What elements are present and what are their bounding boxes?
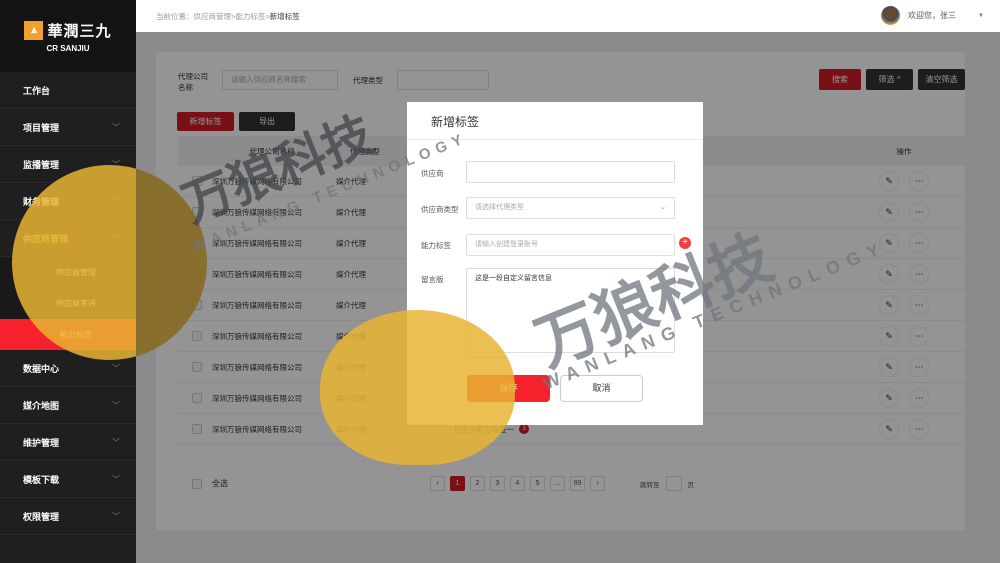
sidebar-item-label: 权限管理 <box>23 511 60 522</box>
supplier-input[interactable] <box>466 161 675 183</box>
welcome-text: 欢迎您，张三 <box>908 11 957 20</box>
sidebar-item[interactable]: 工作台 <box>0 72 136 109</box>
caret-down-icon[interactable]: ▼ <box>978 13 984 19</box>
sidebar-item-label: 监播管理 <box>23 159 60 170</box>
modal-title: 新增标签 <box>407 102 703 140</box>
chevron-down-icon: ⌄ <box>660 204 666 211</box>
breadcrumb: 当前位置：供应商管理>能力标签>新增标签 <box>156 11 300 21</box>
sidebar-item[interactable]: 模板下载 ﹀ <box>0 461 136 498</box>
chevron-down-icon: ﹀ <box>112 363 120 373</box>
chevron-down-icon: ﹀ <box>112 511 120 521</box>
sidebar-item[interactable]: 项目管理 ﹀ <box>0 109 136 146</box>
message-textarea[interactable]: 这是一段自定义留言信息 <box>466 268 675 353</box>
sidebar-item-label: 项目管理 <box>23 122 60 133</box>
chevron-down-icon: ﹀ <box>112 437 120 447</box>
tag-input[interactable]: 请输入创建登录账号 <box>466 234 675 256</box>
logo: ⩓ 華潤三九 CR SANJIU <box>0 0 136 72</box>
tag-label: 能力标签 <box>421 241 451 250</box>
supplier-type-label: 供应商类型 <box>421 205 459 214</box>
supplier-label: 供应商 <box>421 169 444 178</box>
chevron-down-icon: ﹀ <box>112 122 120 132</box>
sidebar-item-label: 工作台 <box>23 85 51 96</box>
chevron-down-icon: ﹀ <box>112 474 120 484</box>
logo-subtext: CR SANJIU <box>46 43 90 53</box>
top-header: 当前位置：供应商管理>能力标签>新增标签 欢迎您，张三 ▼ <box>136 0 1000 32</box>
sidebar-item[interactable]: 维护管理 ﹀ <box>0 424 136 461</box>
sidebar-item[interactable]: 权限管理 ﹀ <box>0 498 136 535</box>
chevron-down-icon: ﹀ <box>112 400 120 410</box>
sidebar-item-label: 数据中心 <box>23 363 60 374</box>
watermark-logo <box>320 310 515 465</box>
add-tag-plus-icon[interactable]: + <box>679 237 691 249</box>
cancel-button[interactable]: 取消 <box>560 375 643 402</box>
supplier-type-select[interactable]: 请选择代理类型 ⌄ <box>466 197 675 219</box>
sidebar-item-label: 维护管理 <box>23 437 60 448</box>
sidebar-item-label: 模板下载 <box>23 474 60 485</box>
user-menu[interactable]: 欢迎您，张三 ▼ <box>881 6 984 25</box>
avatar[interactable] <box>881 6 901 25</box>
sidebar-item-label: 媒介地图 <box>23 400 60 411</box>
logo-mark-icon: ⩓ <box>24 20 44 40</box>
message-label: 留言版 <box>421 275 444 284</box>
type-placeholder: 请选择代理类型 <box>475 204 524 211</box>
sidebar-item[interactable]: 媒介地图 ﹀ <box>0 387 136 424</box>
logo-text: 華潤三九 <box>47 22 112 40</box>
